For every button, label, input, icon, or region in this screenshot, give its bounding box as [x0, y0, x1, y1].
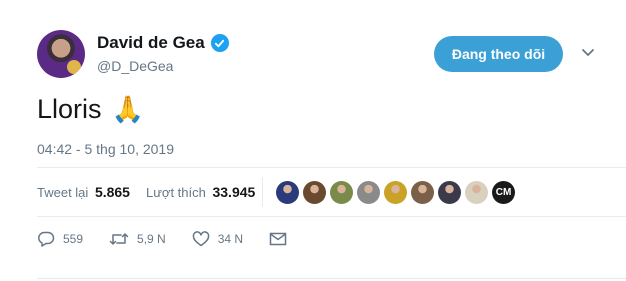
retweets-stat[interactable]: Tweet lại 5.865	[37, 184, 130, 200]
tweet-timestamp[interactable]: 04:42 - 5 thg 10, 2019	[37, 141, 174, 157]
reply-button[interactable]: 559	[37, 231, 83, 247]
retweets-count: 5.865	[94, 184, 130, 200]
tweet-text: Lloris 🙏	[37, 94, 144, 125]
liker-avatar[interactable]	[411, 181, 434, 204]
praying-hands-emoji: 🙏	[111, 94, 144, 125]
tweet-text-body: Lloris	[37, 94, 102, 124]
chevron-down-icon[interactable]	[580, 46, 596, 60]
reply-icon	[38, 231, 55, 247]
like-button[interactable]: 34 N	[192, 231, 243, 247]
tweet-card: David de Gea @D_DeGea Đang theo dõi Llor…	[0, 0, 626, 281]
retweets-label: Tweet lại	[37, 185, 89, 200]
avatar[interactable]	[37, 30, 85, 78]
liker-avatar[interactable]: CM	[492, 181, 515, 204]
likes-stat[interactable]: Lượt thích 33.945	[146, 184, 255, 200]
reply-count: 559	[63, 232, 84, 246]
divider	[37, 167, 626, 168]
retweet-count: 5,9 N	[137, 232, 166, 246]
liker-avatar[interactable]	[276, 181, 299, 204]
direct-message-button[interactable]	[269, 232, 287, 246]
verified-badge-icon	[210, 34, 229, 52]
liker-avatar[interactable]	[330, 181, 353, 204]
stats-separator	[262, 177, 263, 207]
following-button[interactable]: Đang theo dõi	[434, 36, 563, 72]
liker-avatar[interactable]	[465, 181, 488, 204]
likes-label: Lượt thích	[145, 185, 206, 200]
retweet-button[interactable]: 5,9 N	[109, 231, 166, 247]
user-name-row[interactable]: David de Gea	[97, 33, 229, 53]
heart-icon	[192, 231, 209, 247]
liker-avatar[interactable]	[357, 181, 380, 204]
liker-avatar[interactable]	[384, 181, 407, 204]
user-handle[interactable]: @D_DeGea	[97, 58, 173, 74]
tweet-actions: 559 5,9 N 34 N	[37, 231, 313, 247]
tweet-stats: Tweet lại 5.865 Lượt thích 33.945	[37, 184, 255, 200]
liker-avatar[interactable]	[303, 181, 326, 204]
divider	[37, 216, 626, 217]
liker-avatars: CM	[276, 181, 515, 204]
liker-avatar[interactable]	[438, 181, 461, 204]
retweet-icon	[109, 233, 129, 245]
divider	[37, 278, 626, 279]
user-name[interactable]: David de Gea	[97, 33, 205, 53]
envelope-icon	[269, 232, 287, 246]
likes-count: 33.945	[212, 184, 256, 200]
like-count: 34 N	[217, 232, 244, 246]
